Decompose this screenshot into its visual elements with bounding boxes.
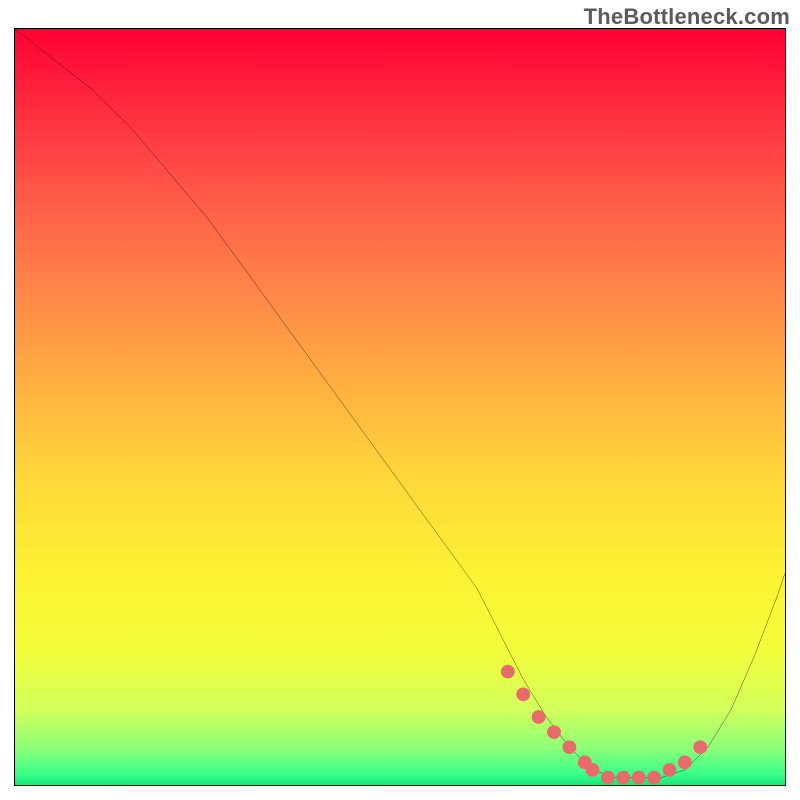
watermark-text: TheBottleneck.com xyxy=(584,4,790,30)
sweet-spot-dots xyxy=(501,665,707,784)
curve-layer xyxy=(15,29,785,785)
bottleneck-curve xyxy=(15,29,785,777)
plot-area xyxy=(14,28,786,786)
chart-container: TheBottleneck.com xyxy=(0,0,800,800)
